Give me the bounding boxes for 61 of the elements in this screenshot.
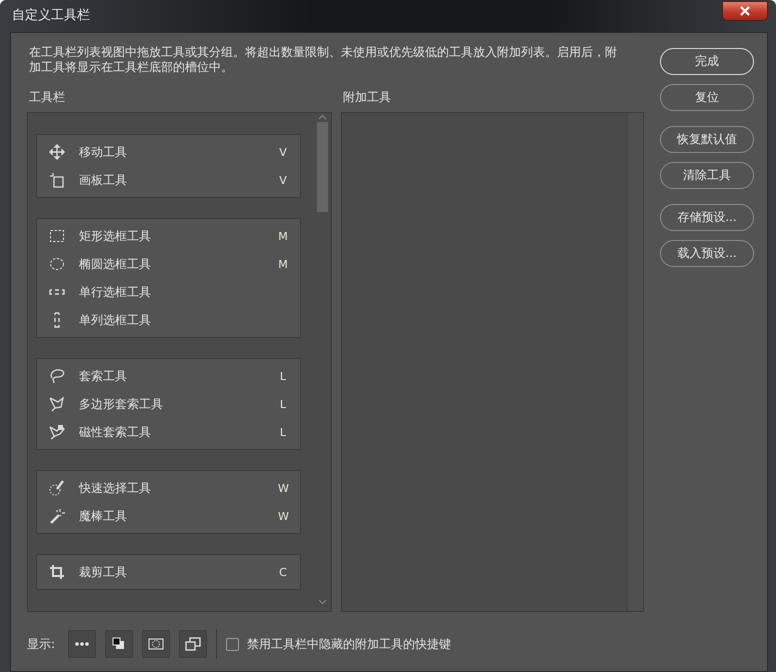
tool-group[interactable]: 矩形选框工具 M 椭圆选框工具 M 单行选框工具 单列选框工具	[36, 218, 301, 338]
toolbar-label: 工具栏	[29, 89, 66, 106]
tool-icon	[49, 508, 65, 524]
mask-icon	[148, 636, 164, 652]
show-label: 显示:	[27, 636, 56, 652]
dialog-button[interactable]: 清除工具	[660, 162, 754, 189]
tool-name[interactable]: 移动工具	[79, 144, 278, 160]
scroll-down-icon[interactable]	[318, 599, 326, 605]
shortcut-key: M	[278, 258, 288, 270]
dialog-button[interactable]: 存储预设...	[660, 204, 754, 231]
tool-icon	[49, 228, 65, 244]
checkbox-label: 禁用工具栏中隐藏的附加工具的快捷键	[247, 636, 452, 652]
shortcut-key: L	[278, 370, 288, 382]
tool-icon	[49, 256, 65, 272]
tool-name[interactable]: 多边形套索工具	[79, 396, 278, 412]
dialog-button[interactable]: 恢复默认值	[660, 126, 754, 153]
tool-name[interactable]: 画板工具	[79, 172, 278, 188]
window-title: 自定义工具栏	[11, 7, 90, 24]
tool-icon	[49, 172, 65, 188]
screen-mode-icon	[185, 636, 202, 652]
tool-name[interactable]: 单行选框工具	[79, 284, 288, 300]
shortcut-key: V	[278, 174, 288, 186]
scroll-up-icon[interactable]	[318, 114, 326, 120]
tool-icon	[49, 480, 65, 496]
dialog-button[interactable]: 完成	[660, 48, 754, 75]
toolbar-option-button[interactable]	[105, 630, 134, 658]
tool-group[interactable]: 移动工具 V 画板工具 V	[36, 134, 301, 198]
tool-name[interactable]: 椭圆选框工具	[79, 256, 278, 272]
scroll-thumb[interactable]	[316, 122, 328, 212]
tool-icon	[49, 396, 65, 412]
dialog-button[interactable]: 复位	[660, 84, 754, 111]
shortcut-key: M	[278, 230, 288, 242]
tool-icon	[49, 424, 65, 440]
tool-group[interactable]: 裁剪工具 C	[36, 554, 301, 590]
toolbar-option-button[interactable]	[142, 630, 170, 658]
tool-icon	[49, 564, 65, 580]
toolbar-option-button[interactable]	[179, 630, 208, 658]
tool-group[interactable]: 套索工具 L 多边形套索工具 L 磁性套索工具 L	[36, 358, 301, 450]
close-icon	[740, 6, 750, 16]
tool-icon	[49, 368, 65, 384]
toolbar-option-button[interactable]	[68, 630, 96, 658]
tool-name[interactable]: 磁性套索工具	[79, 424, 278, 440]
tool-group[interactable]: 快速选择工具 W 魔棒工具 W	[36, 470, 301, 534]
close-button[interactable]	[722, 1, 768, 21]
checkbox[interactable]	[226, 638, 240, 650]
extra-tools-label: 附加工具	[343, 89, 392, 106]
tool-name[interactable]: 单列选框工具	[79, 312, 288, 328]
tool-name[interactable]: 快速选择工具	[79, 480, 278, 496]
description-text: 在工具栏列表视图中拖放工具或其分组。将超出数量限制、未使用或优先级低的工具放入附加列表。启用后，附加工具将显示在工具栏底部的槽位中。	[29, 45, 618, 75]
dialog-button[interactable]: 载入预设...	[660, 240, 754, 267]
tool-name[interactable]: 套索工具	[79, 368, 278, 384]
shortcut-key: W	[278, 482, 288, 494]
tool-name[interactable]: 裁剪工具	[79, 564, 278, 580]
tool-name[interactable]: 矩形选框工具	[79, 228, 278, 244]
shortcut-key: W	[278, 510, 288, 522]
shortcut-key: C	[278, 566, 288, 578]
tool-name[interactable]: 魔棒工具	[79, 508, 278, 524]
shortcut-key: L	[278, 426, 288, 438]
shortcut-key: L	[278, 398, 288, 410]
tool-icon	[49, 144, 65, 160]
shortcut-key: V	[278, 146, 288, 158]
